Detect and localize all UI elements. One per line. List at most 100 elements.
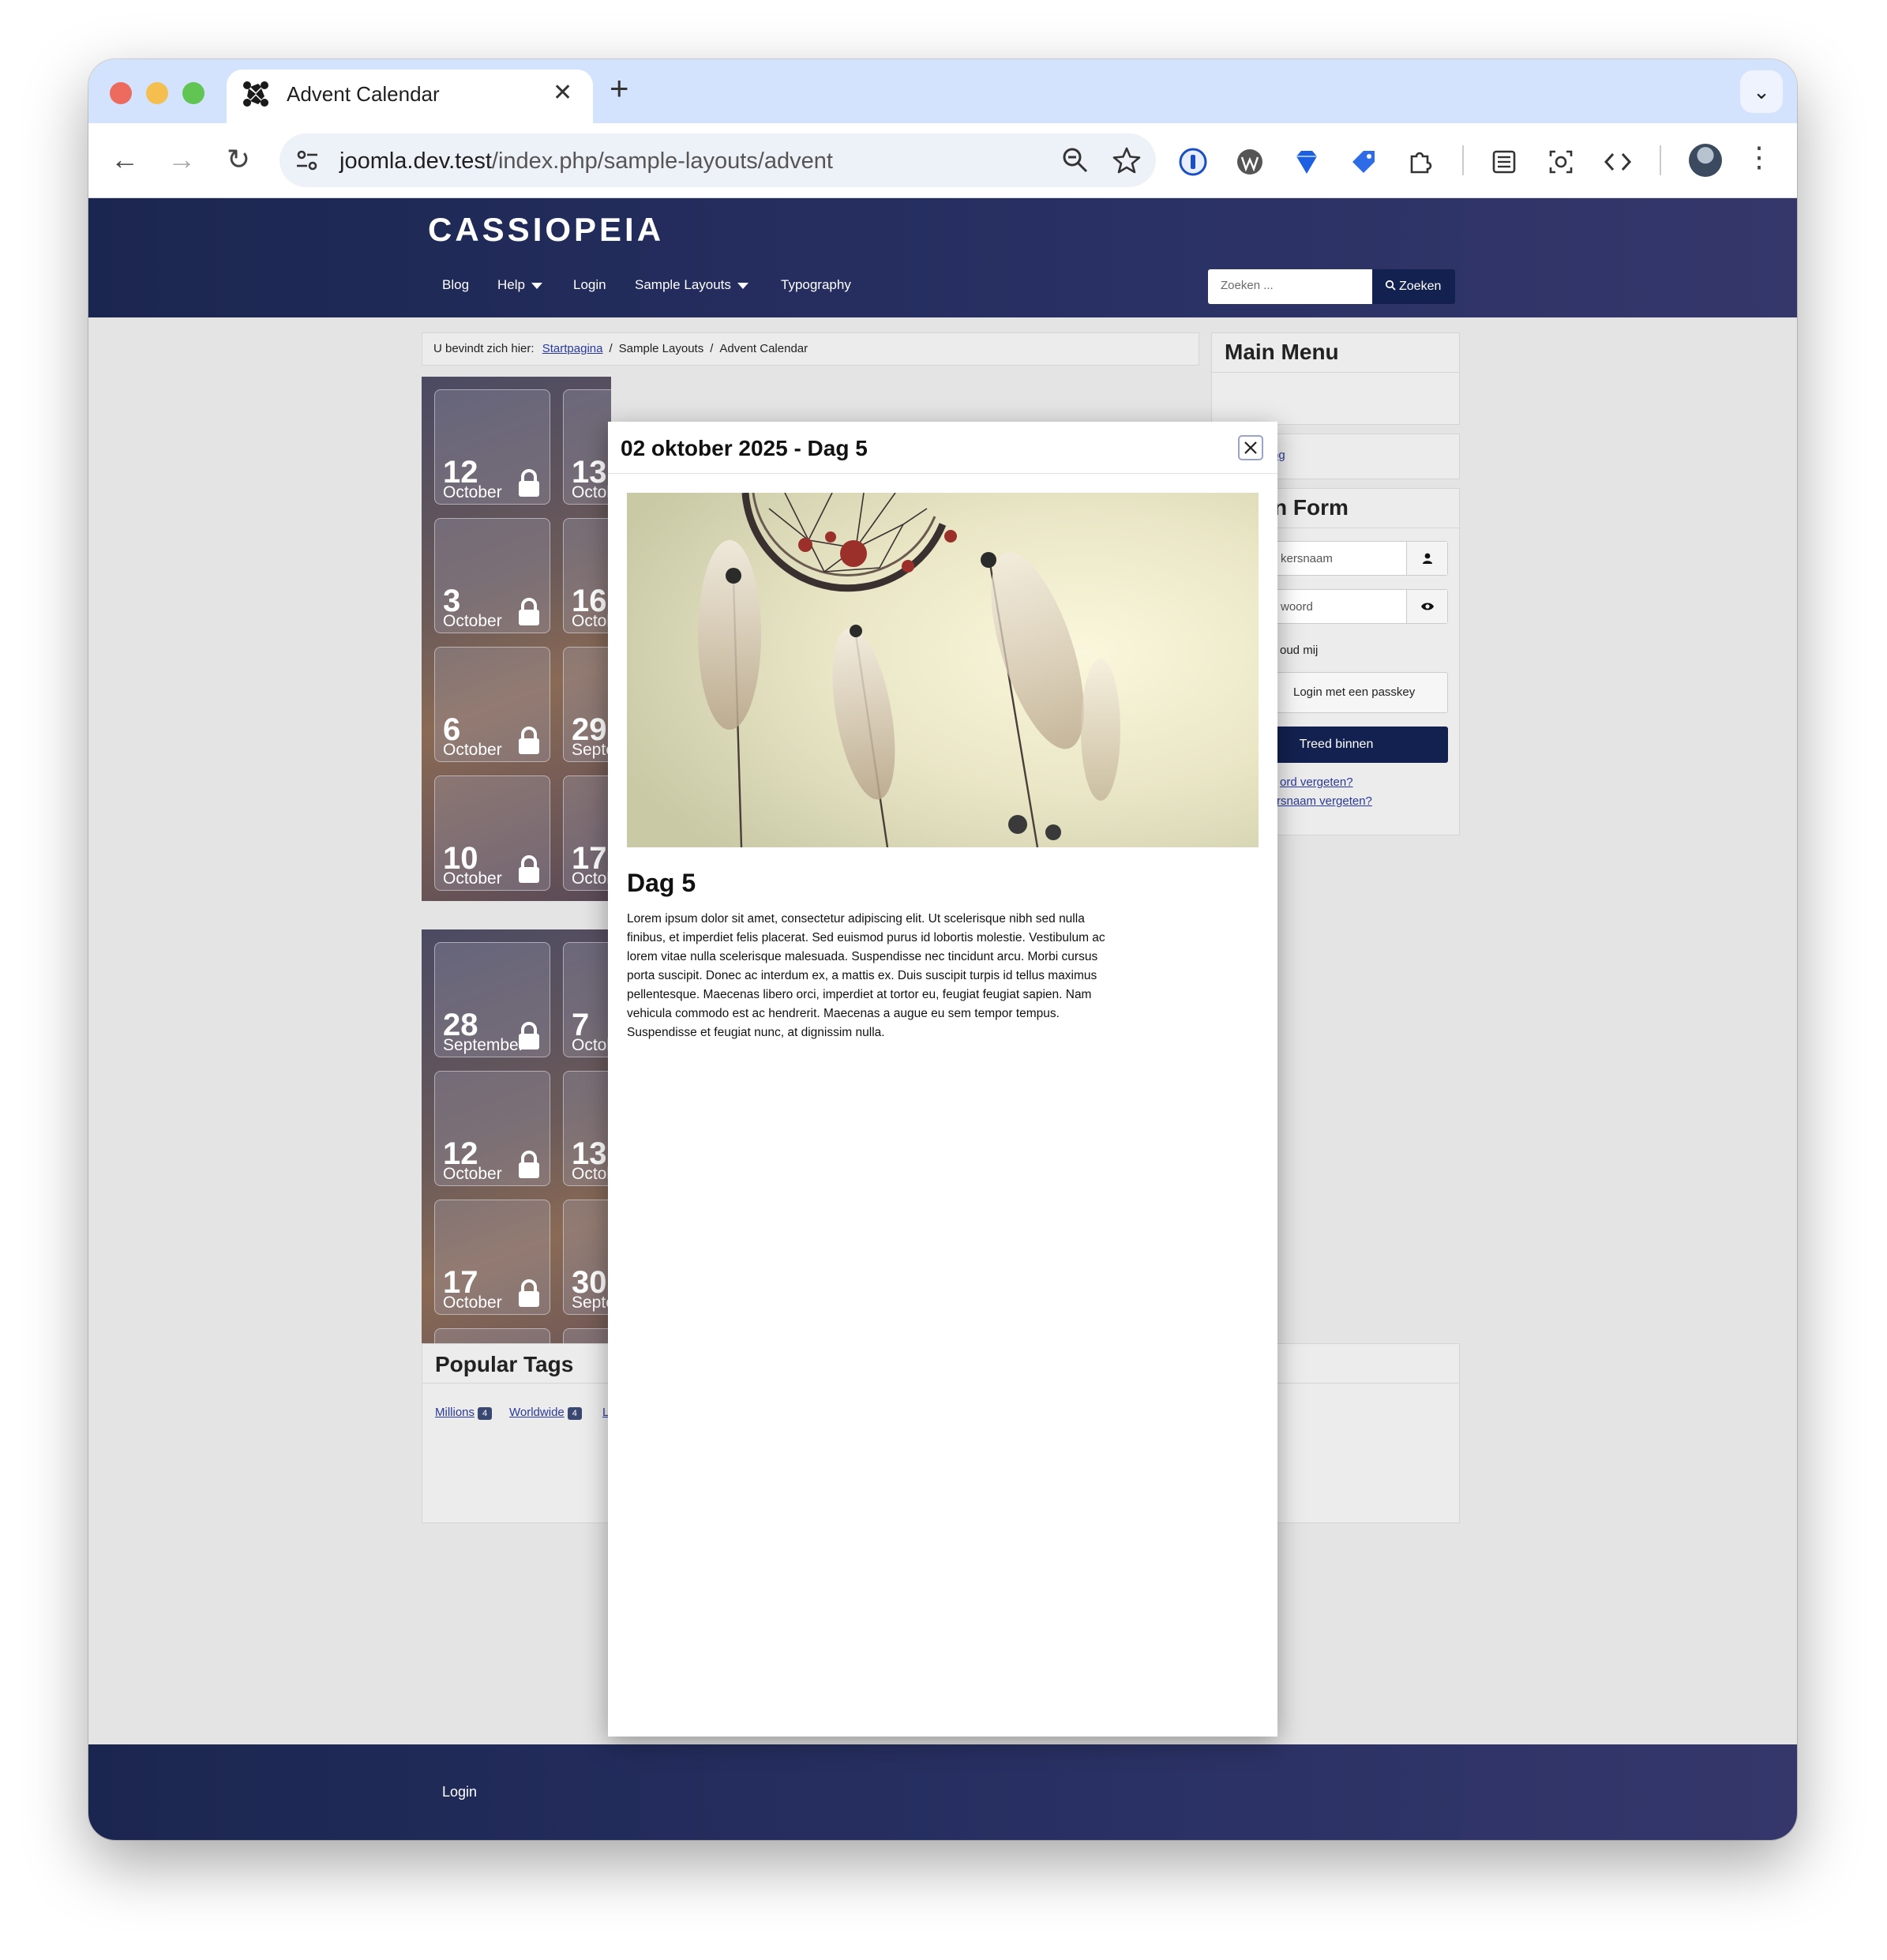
reload-icon[interactable]: ↻ xyxy=(219,141,257,178)
modal-heading: Dag 5 xyxy=(627,869,696,897)
search-icon xyxy=(1385,280,1396,291)
menu-item-blog[interactable]: Blog xyxy=(442,277,469,293)
breadcrumb-home-link[interactable]: Startpagina xyxy=(542,342,603,355)
advent-door[interactable]: 3 October xyxy=(434,518,550,633)
code-icon[interactable] xyxy=(1603,147,1633,177)
menu-item-login[interactable]: Login xyxy=(573,277,606,293)
tag-extension-icon[interactable] xyxy=(1349,147,1379,177)
browser-window: Advent Calendar ✕ + ⌄ ← → ↻ joomla.dev.t… xyxy=(88,59,1797,1840)
url-text[interactable]: joomla.dev.test/index.php/sample-layouts… xyxy=(340,148,833,175)
advent-door[interactable]: 6 October xyxy=(434,647,550,762)
joomla-icon xyxy=(243,81,268,107)
breadcrumb-section: Sample Layouts xyxy=(618,342,704,355)
site-search-button[interactable]: Zoeken xyxy=(1372,269,1455,304)
advent-door[interactable]: 13Octob xyxy=(563,1071,611,1186)
bookmark-star-icon[interactable] xyxy=(1112,146,1141,175)
reading-list-icon[interactable] xyxy=(1489,147,1519,177)
site-footer: Login xyxy=(88,1744,1797,1840)
advent-door[interactable]: 12 October xyxy=(434,1071,550,1186)
door-month: October xyxy=(443,1294,502,1312)
screenshot-icon[interactable] xyxy=(1546,147,1576,177)
menu-item-help-label: Help xyxy=(497,277,525,292)
advent-door[interactable]: 17 October xyxy=(434,1200,550,1315)
new-tab-icon[interactable]: + xyxy=(610,72,629,105)
zoom-icon[interactable] xyxy=(1061,146,1090,175)
tag-worldwide[interactable]: Worldwide 4 xyxy=(509,1406,582,1420)
more-menu-icon[interactable]: ⋮ xyxy=(1745,141,1773,174)
close-tab-icon[interactable]: ✕ xyxy=(553,79,572,107)
caret-down-icon xyxy=(531,282,542,289)
advent-calendar-grid: 12October 13Octob 3October 16Octob 6October2… xyxy=(422,377,611,901)
lock-icon xyxy=(516,855,542,884)
tag-millions[interactable]: Millions 4 xyxy=(435,1406,493,1420)
forward-arrow-icon[interactable]: → xyxy=(163,141,201,178)
close-window-button[interactable] xyxy=(110,82,132,104)
tag-count-badge: 4 xyxy=(567,1407,582,1420)
door-month: Octob xyxy=(572,1036,611,1054)
remember-me-label[interactable]: oud mij xyxy=(1280,644,1318,657)
tag-name: Worldwide xyxy=(509,1406,565,1419)
tab-bar: Advent Calendar ✕ + ⌄ xyxy=(88,59,1797,123)
tag-count-badge: 4 xyxy=(478,1407,493,1420)
lock-icon xyxy=(516,1022,542,1050)
modal-close-button[interactable] xyxy=(1238,435,1263,460)
advent-door[interactable]: 10 October xyxy=(434,775,550,891)
main-menu-card: Main Menu xyxy=(1211,332,1460,425)
door-month: October xyxy=(443,612,502,630)
advent-door[interactable]: 16Octob xyxy=(563,518,611,633)
door-month: Octob xyxy=(572,612,611,630)
caret-down-icon xyxy=(737,282,748,289)
tab-title: Advent Calendar xyxy=(287,82,440,106)
advent-door[interactable]: 29 Septe xyxy=(563,647,611,762)
site-header: CASSIOPEIA Blog Help Login Sample Layout… xyxy=(88,198,1797,317)
door-month: Septe xyxy=(572,1294,611,1312)
site-search-button-label: Zoeken xyxy=(1399,280,1442,293)
breadcrumb-prefix: U bevindt zich hier: xyxy=(433,342,535,355)
dreamcatcher-image xyxy=(627,493,1259,847)
url-host: joomla.dev.test xyxy=(340,148,492,174)
url-path: /index.php/sample-layouts/advent xyxy=(491,148,833,174)
day-modal: 02 oktober 2025 - Dag 5 Dag 5 Lorem ipsu… xyxy=(608,422,1277,1737)
modal-title: 02 oktober 2025 - Dag 5 xyxy=(621,436,868,460)
site-brand[interactable]: CASSIOPEIA xyxy=(428,211,664,249)
advent-door[interactable]: 13Octob xyxy=(563,389,611,505)
tab-search-chevron-icon[interactable]: ⌄ xyxy=(1740,70,1783,113)
profile-avatar[interactable] xyxy=(1689,144,1722,177)
eye-icon[interactable] xyxy=(1406,590,1447,623)
advent-door[interactable]: 7Octob xyxy=(563,942,611,1057)
forgot-password-link[interactable]: ord vergeten? xyxy=(1280,775,1353,789)
advent-door[interactable]: 28 September xyxy=(434,942,550,1057)
advent-door[interactable]: 17Octob xyxy=(563,775,611,891)
site-search-input[interactable]: Zoeken ... xyxy=(1208,269,1372,304)
menu-item-help[interactable]: Help xyxy=(497,277,542,293)
password-manager-icon[interactable] xyxy=(1178,147,1208,177)
user-icon xyxy=(1406,542,1447,575)
menu-item-typography[interactable]: Typography xyxy=(781,277,851,293)
passkey-label: Login met een passkey xyxy=(1293,685,1416,699)
page-viewport: CASSIOPEIA Blog Help Login Sample Layout… xyxy=(88,198,1797,1840)
lock-icon xyxy=(516,469,542,498)
zoom-window-button[interactable] xyxy=(182,82,204,104)
password-placeholder: woord xyxy=(1281,600,1313,614)
minimize-window-button[interactable] xyxy=(146,82,168,104)
modal-body-text: Lorem ipsum dolor sit amet, consectetur … xyxy=(627,912,1105,1039)
lock-icon xyxy=(516,1151,542,1179)
door-month: October xyxy=(443,741,502,759)
back-arrow-icon[interactable]: ← xyxy=(106,141,144,178)
address-bar[interactable]: joomla.dev.test/index.php/sample-layouts… xyxy=(279,133,1156,187)
advent-door[interactable]: 12 October xyxy=(434,389,550,505)
toolbar-separator xyxy=(1660,145,1661,175)
wordpress-icon[interactable] xyxy=(1235,147,1265,177)
breadcrumb-separator: / xyxy=(710,342,714,355)
advent-door[interactable]: 30 Septe xyxy=(563,1200,611,1315)
extensions-puzzle-icon[interactable] xyxy=(1405,147,1435,177)
breadcrumb-current: Advent Calendar xyxy=(719,342,808,355)
door-month: Octob xyxy=(572,1165,611,1183)
tab-advent-calendar[interactable]: Advent Calendar ✕ xyxy=(227,69,593,123)
menu-item-sample-layouts[interactable]: Sample Layouts xyxy=(635,277,748,293)
lock-icon xyxy=(516,598,542,626)
diamond-extension-icon[interactable] xyxy=(1292,147,1322,177)
footer-login-link[interactable]: Login xyxy=(442,1784,477,1800)
lock-icon xyxy=(516,1279,542,1308)
forgot-username-link[interactable]: rsnaam vergeten? xyxy=(1277,794,1372,808)
